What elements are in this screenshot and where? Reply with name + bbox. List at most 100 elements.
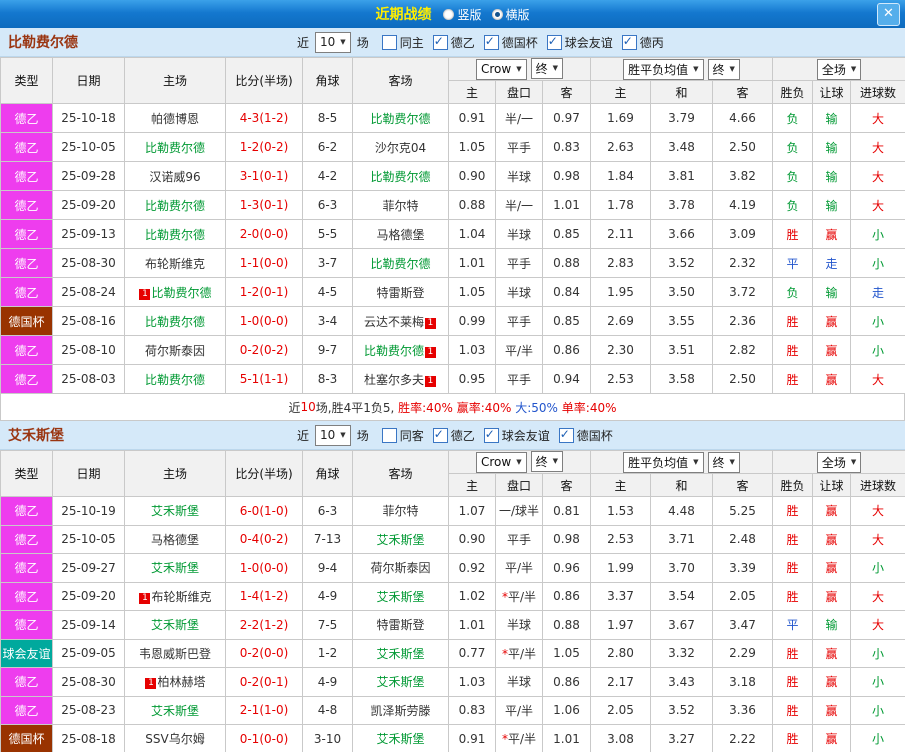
period-select[interactable]: 终▼ <box>531 451 563 472</box>
result-goals: 大 <box>851 162 905 191</box>
league-filter[interactable]: 球会友谊 <box>484 427 550 444</box>
scope-select[interactable]: 全场▼ <box>817 59 861 80</box>
summary-part: 大:50% <box>515 399 558 416</box>
col-result: 胜负 <box>773 81 813 104</box>
checkbox-icon[interactable] <box>433 428 448 443</box>
match-row: 德乙25-09-201布轮斯维克1-4(1-2)4-9艾禾斯堡1.02*平/半0… <box>1 582 905 611</box>
checkbox-icon[interactable] <box>382 35 397 50</box>
result-goals: 大 <box>851 582 905 611</box>
result-outcome: 胜 <box>773 696 813 725</box>
team-name-text: 菲尔特 <box>382 504 418 518</box>
match-date: 25-10-18 <box>53 104 125 133</box>
odds-mean-select-value: 胜平负均值 <box>628 454 688 471</box>
view-radio-horizontal[interactable]: 横版 <box>492 6 530 23</box>
odds-home-win: 2.83 <box>591 249 651 278</box>
odds-mean-select[interactable]: 胜平负均值▼ <box>623 452 703 473</box>
view-radio-vertical[interactable]: 竖版 <box>443 6 481 23</box>
checkbox-icon[interactable] <box>547 35 562 50</box>
score: 0-2(0-0) <box>226 639 303 668</box>
chevron-down-icon: ▼ <box>730 459 735 466</box>
result-goals: 小 <box>851 220 905 249</box>
match-date: 25-10-19 <box>53 497 125 526</box>
score: 5-1(1-1) <box>226 365 303 394</box>
bookmaker-select-value: Crow <box>481 455 511 469</box>
handicap-odds-away: 0.96 <box>543 554 591 583</box>
handicap-odds-home: 1.07 <box>449 497 496 526</box>
team-name-text: 比勒费尔德 <box>370 170 430 184</box>
handicap-line: 半球 <box>496 611 543 640</box>
league-filter[interactable]: 球会友谊 <box>547 34 613 51</box>
handicap-line-text: 平手 <box>507 257 531 271</box>
match-date: 25-08-16 <box>53 307 125 336</box>
away-team: 艾禾斯堡 <box>353 525 449 554</box>
match-count-select[interactable]: 10▼ <box>315 32 351 53</box>
handicap-line: 平手 <box>496 525 543 554</box>
home-team: 荷尔斯泰因 <box>125 336 226 365</box>
odds-away-win: 3.39 <box>713 554 773 583</box>
match-count-select[interactable]: 10▼ <box>315 425 351 446</box>
col-odds-home: 主 <box>591 474 651 497</box>
filter-label: 球会友谊 <box>565 34 613 51</box>
handicap-odds-home: 0.91 <box>449 725 496 752</box>
result-goals: 小 <box>851 307 905 336</box>
checkbox-icon[interactable] <box>382 428 397 443</box>
team-name-text: 比勒费尔德 <box>145 228 205 242</box>
result-goals: 小 <box>851 696 905 725</box>
odds-draw: 3.52 <box>651 696 713 725</box>
period-select[interactable]: 终▼ <box>531 58 563 79</box>
league-filter[interactable]: 德国杯 <box>559 427 613 444</box>
odds-draw: 3.43 <box>651 668 713 697</box>
score: 2-0(0-0) <box>226 220 303 249</box>
corners: 6-2 <box>303 133 353 162</box>
summary-part: 胜率:40% <box>398 399 453 416</box>
handicap-line: 平手 <box>496 307 543 336</box>
team-name-text: 艾禾斯堡 <box>151 704 199 718</box>
period-select-2-value: 终 <box>713 61 725 78</box>
team-name-text: 特雷斯登 <box>376 286 424 300</box>
result-goals: 大 <box>851 191 905 220</box>
col-ah-line: 盘口 <box>496 81 543 104</box>
corners: 7-5 <box>303 611 353 640</box>
league-filter[interactable]: 德国杯 <box>484 34 538 51</box>
match-date: 25-08-23 <box>53 696 125 725</box>
score: 2-2(1-2) <box>226 611 303 640</box>
match-row: 德乙25-09-27艾禾斯堡1-0(0-0)9-4荷尔斯泰因0.92平/半0.9… <box>1 554 905 583</box>
radio-label: 竖版 <box>457 6 481 23</box>
checkbox-icon[interactable] <box>622 35 637 50</box>
match-row: 球会友谊25-09-05韦恩威斯巴登0-2(0-0)1-2艾禾斯堡0.77*平/… <box>1 639 905 668</box>
odds-draw: 3.70 <box>651 554 713 583</box>
col-ah-away: 客 <box>543 81 591 104</box>
period-select-2[interactable]: 终▼ <box>708 452 740 473</box>
bookmaker-select[interactable]: Crow▼ <box>476 452 527 473</box>
close-button[interactable]: ✕ <box>877 3 900 26</box>
checkbox-icon[interactable] <box>559 428 574 443</box>
away-team: 菲尔特 <box>353 497 449 526</box>
corners: 7-13 <box>303 525 353 554</box>
team-section: 艾禾斯堡近10▼场同客德乙球会友谊德国杯类型日期主场比分(半场)角球客场Crow… <box>0 421 905 752</box>
odds-mean-select[interactable]: 胜平负均值▼ <box>623 59 703 80</box>
checkbox-icon[interactable] <box>484 35 499 50</box>
team-name-text: 比勒费尔德 <box>364 344 424 358</box>
bookmaker-select[interactable]: Crow▼ <box>476 59 527 80</box>
team-name-text: 比勒费尔德 <box>145 199 205 213</box>
match-row: 德乙25-10-19艾禾斯堡6-0(1-0)6-3菲尔特1.07一/球半0.81… <box>1 497 905 526</box>
league-filter[interactable]: 德丙 <box>622 34 664 51</box>
checkbox-icon[interactable] <box>484 428 499 443</box>
section-header: 艾禾斯堡近10▼场同客德乙球会友谊德国杯 <box>0 421 905 450</box>
team-title: 比勒费尔德 <box>0 32 293 52</box>
league-filter[interactable]: 同客 <box>382 427 424 444</box>
odds-away-win: 2.48 <box>713 525 773 554</box>
league-filter[interactable]: 德乙 <box>433 34 475 51</box>
scope-select[interactable]: 全场▼ <box>817 452 861 473</box>
checkbox-icon[interactable] <box>433 35 448 50</box>
view-radio-group: 竖版横版 <box>443 6 529 23</box>
col-odds-away: 客 <box>713 474 773 497</box>
team-name-text: 马格德堡 <box>376 228 424 242</box>
handicap-odds-home: 0.90 <box>449 525 496 554</box>
period-select-2[interactable]: 终▼ <box>708 59 740 80</box>
league-filter[interactable]: 同主 <box>382 34 424 51</box>
league-filter[interactable]: 德乙 <box>433 427 475 444</box>
away-team: 杜塞尔多夫1 <box>353 365 449 394</box>
match-row: 德乙25-08-30布轮斯维克1-1(0-0)3-7比勒费尔德1.01平手0.8… <box>1 249 905 278</box>
away-team: 特雷斯登 <box>353 278 449 307</box>
